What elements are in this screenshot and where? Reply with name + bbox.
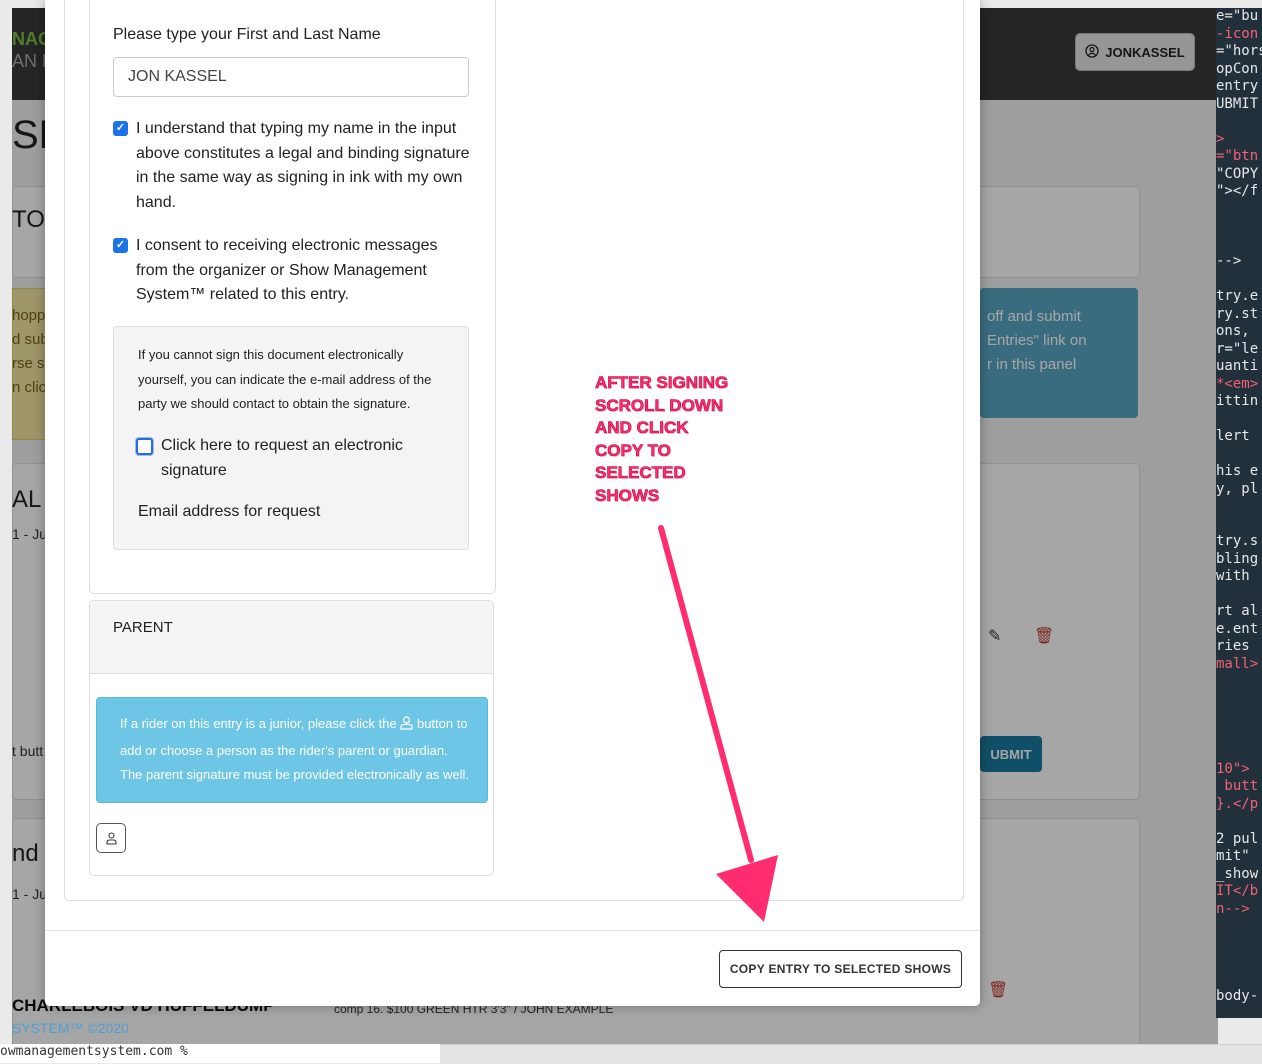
code-line: ries xyxy=(1216,638,1250,654)
code-line: "COPY xyxy=(1216,165,1259,182)
code-line: lert xyxy=(1216,428,1250,444)
code-line: uanti xyxy=(1216,358,1259,374)
code-line: with xyxy=(1216,568,1250,584)
parent-card-header: PARENT xyxy=(90,601,493,674)
code-line: mit" xyxy=(1216,848,1250,864)
code-line: 10"> xyxy=(1216,760,1250,777)
code-line: --> xyxy=(1216,253,1242,269)
taskbar xyxy=(440,1044,1262,1064)
code-line: -icon xyxy=(1216,25,1259,42)
legal-signature-checkbox-row[interactable]: ✓ I understand that typing my name in th… xyxy=(113,117,473,215)
code-line: opCon xyxy=(1216,60,1259,77)
consent-checkbox[interactable]: ✓ xyxy=(113,238,128,253)
code-line: ="hors xyxy=(1216,43,1262,59)
code-line: y, pl xyxy=(1216,480,1259,497)
parent-info-alert: If a rider on this entry is a junior, pl… xyxy=(96,697,488,803)
code-line: *<em> xyxy=(1216,375,1259,392)
signature-modal: Please type your First and Last Name ✓ I… xyxy=(45,0,980,1006)
footer-copyright: SYSTEM™ ©2020 xyxy=(12,1020,129,1036)
code-line: > xyxy=(1216,130,1225,147)
parent-card-title: PARENT xyxy=(113,619,173,636)
code-line: bling xyxy=(1216,550,1259,567)
esig-request-box: If you cannot sign this document electro… xyxy=(113,326,469,550)
code-editor-panel: e="bu -icon ="hors opCon entry UBMIT > ="btn "CO… xyxy=(1216,8,1262,1018)
code-line: mall> xyxy=(1216,655,1259,672)
code-line: ons, xyxy=(1216,323,1250,339)
instruction-annotation: AFTER SIGNING SCROLL DOWN AND CLICK COPY… xyxy=(595,373,729,506)
person-icon xyxy=(400,714,414,739)
code-line: ittin xyxy=(1216,393,1259,409)
terminal-line: owmanagementsystem.com % xyxy=(0,1044,440,1063)
code-line: r="le xyxy=(1216,340,1259,357)
add-parent-button[interactable] xyxy=(96,823,126,853)
code-line: butt xyxy=(1216,778,1259,794)
code-line: rt al xyxy=(1216,603,1259,619)
consent-checkbox-row[interactable]: ✓ I consent to receiving electronic mess… xyxy=(113,234,473,308)
parent-card: PARENT If a rider on this entry is a jun… xyxy=(89,600,494,876)
modal-footer-divider xyxy=(45,930,980,931)
esig-request-checkbox[interactable] xyxy=(136,438,153,455)
esig-email-label: Email address for request xyxy=(138,503,321,520)
legal-signature-text: I understand that typing my name in the … xyxy=(136,120,470,211)
code-line: try.s xyxy=(1216,533,1259,549)
signature-name-input[interactable] xyxy=(113,57,469,97)
code-line: try.e xyxy=(1216,288,1259,304)
code-line: 2 pul xyxy=(1216,830,1259,847)
parent-info-text: If a rider on this entry is a junior, pl… xyxy=(120,714,470,782)
consent-text: I consent to receiving electronic messag… xyxy=(136,237,438,303)
code-line: IT</b xyxy=(1216,883,1259,899)
legal-signature-checkbox[interactable]: ✓ xyxy=(113,121,128,136)
code-line: _show xyxy=(1216,865,1259,882)
code-line: e.ent xyxy=(1216,620,1259,637)
code-line: ="btn xyxy=(1216,148,1259,164)
name-field-label: Please type your First and Last Name xyxy=(113,26,381,43)
copy-entry-to-selected-shows-button[interactable]: COPY ENTRY TO SELECTED SHOWS xyxy=(719,950,962,988)
code-line: UBMIT xyxy=(1216,95,1259,112)
code-line: }.</p xyxy=(1216,795,1259,812)
code-line: n--> xyxy=(1216,900,1250,917)
person-icon xyxy=(105,831,117,845)
code-line: body- xyxy=(1216,988,1259,1004)
esig-note-text: If you cannot sign this document electro… xyxy=(138,347,432,411)
esig-request-label[interactable]: Click here to request an electronic sign… xyxy=(161,434,421,483)
code-line: "></f xyxy=(1216,183,1259,199)
code-line: e="bu xyxy=(1216,8,1259,24)
code-line: ry.st xyxy=(1216,305,1259,322)
code-line: entry xyxy=(1216,78,1259,94)
code-line: his e xyxy=(1216,463,1259,479)
